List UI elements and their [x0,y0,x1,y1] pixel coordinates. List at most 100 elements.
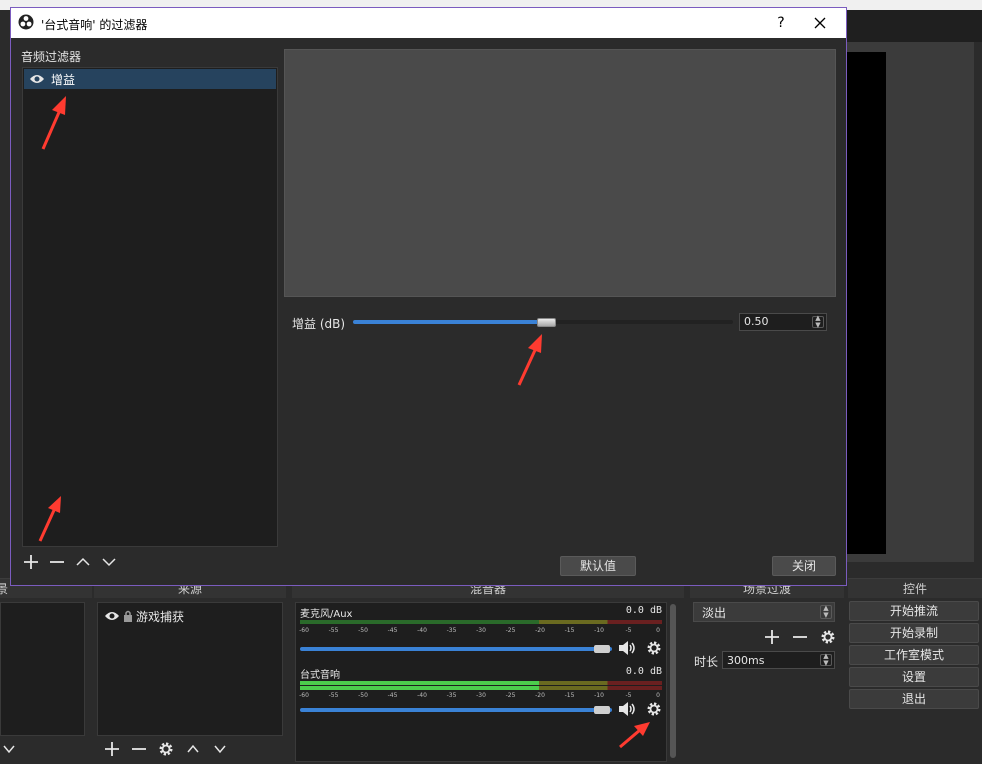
obs-window: 景 来源 混音器 场景过渡 控件 游戏捕获 麦克风/Aux 0.0 dB [0,0,982,764]
scenes-header-label: 景 [0,579,8,598]
spin-arrows-icon[interactable]: ▲ ▼ [820,653,832,667]
help-button[interactable]: ? [771,13,791,33]
meter-ticks: -60 -55 -50 -45 -40 -35 -30 -25 -20 -15 -10 -5 0 [299,692,662,702]
dialog-title: '台式音响' 的过滤器 [41,18,148,32]
obs-logo-icon [18,14,34,30]
mixer-channel-controls [618,640,662,656]
volume-slider[interactable] [300,647,612,651]
mixer-channel-db: 0.0 dB [625,666,662,677]
annotation-arrow-icon [41,96,66,150]
source-item[interactable]: 游戏捕获 [98,607,282,625]
speaker-icon[interactable] [618,640,636,656]
select-arrows-icon[interactable]: ▲ ▼ [820,605,832,619]
duration-input[interactable]: 300ms ▲ ▼ [722,651,835,669]
meter-tick-label: 0 [656,627,660,634]
transition-toolbar [763,628,837,646]
chevron-down-icon[interactable] [211,740,229,758]
meter-level [300,681,539,685]
audio-filters-label: 音频过滤器 [21,50,82,64]
meter-level [300,686,539,690]
spin-arrows-icon[interactable]: ▲ ▼ [812,315,824,329]
gain-value: 0.50 [744,315,769,328]
duration-label: 时长 [694,655,719,669]
meter-tick-label: -50 [358,627,368,634]
meter-tick-label: -45 [387,627,398,634]
chevron-up-icon[interactable] [75,554,91,570]
gear-icon[interactable] [646,701,662,717]
meter-tick-label: -60 [299,627,309,634]
volume-slider[interactable] [300,708,612,712]
chevron-down-icon[interactable] [0,740,18,758]
add-icon[interactable] [23,554,39,570]
volume-meter [300,620,662,624]
transition-select[interactable]: 淡出 ▲ ▼ [693,602,835,622]
volume-meter [300,681,662,685]
annotation-arrow-icon [619,722,650,749]
mixer-channel-db: 0.0 dB [625,605,662,616]
meter-tick-label: -20 [535,627,545,634]
meter-tick-label: -10 [594,627,604,634]
volume-meter [300,686,662,690]
scenes-toolbar [0,736,18,762]
mixer-channel-mic: 麦克风/Aux 0.0 dB -60 -55 -50 -45 -40 -35 -30 -25-… [299,605,664,661]
exit-button[interactable]: 退出 [849,689,979,709]
meter-tick-label: 0 [656,692,660,699]
meter-ticks: -60 -55 -50 -45 -40 -35 -30 -25 -20 -15 -10 -5 0 [299,627,662,637]
meter-tick-label: -35 [446,692,457,699]
meter-tick-label: -40 [417,692,427,699]
dialog-titlebar: '台式音响' 的过滤器 ? [11,8,846,38]
speaker-icon[interactable] [618,701,636,717]
filter-item-gain[interactable]: 增益 [24,69,276,89]
filter-preview [284,49,836,297]
gain-slider-handle[interactable] [537,318,556,327]
eye-icon[interactable] [104,610,120,622]
close-icon[interactable] [809,12,831,34]
meter-tick-label: -30 [476,692,486,699]
add-icon[interactable] [763,628,781,646]
start-streaming-button[interactable]: 开始推流 [849,601,979,621]
filter-toolbar [23,554,117,570]
mixer-channel-desktop: 台式音响 0.0 dB -60 -55 -50 -45 -40 -35 -30 -25 -20-… [299,666,664,722]
add-icon[interactable] [103,740,121,758]
volume-slider-handle[interactable] [594,645,610,653]
meter-tick-label: -15 [564,692,575,699]
studio-mode-button[interactable]: 工作室模式 [849,645,979,665]
meter-tick-label: -35 [446,627,457,634]
controls-dock-header: 控件 [848,578,982,598]
meter-tick-label: -45 [387,692,398,699]
mixer-channel-name: 台式音响 [300,670,340,681]
chevron-up-icon[interactable] [184,740,202,758]
mixer-scrollbar-thumb[interactable] [670,604,676,758]
volume-slider-handle[interactable] [594,706,610,714]
transition-select-value: 淡出 [702,605,727,620]
annotation-arrow-icon [38,496,61,542]
remove-icon[interactable] [49,554,65,570]
mixer-channel-name: 麦克风/Aux [300,609,353,620]
lock-icon[interactable] [123,610,133,622]
gear-icon[interactable] [819,628,837,646]
filters-dialog: '台式音响' 的过滤器 ? 音频过滤器 增益 增益 (dB) 0.50 ▲ ▼ … [10,7,847,586]
start-recording-button[interactable]: 开始录制 [849,623,979,643]
eye-icon[interactable] [29,73,45,85]
close-button[interactable]: 关闭 [772,556,836,576]
duration-value: 300ms [727,653,765,667]
meter-tick-label: -60 [299,692,309,699]
sources-toolbar [97,736,229,762]
main-menu-strip [846,10,982,42]
meter-tick-label: -25 [505,627,516,634]
remove-icon[interactable] [791,628,809,646]
preview-canvas [846,52,886,554]
scenes-list[interactable] [0,602,85,736]
mixer-channel-controls [618,701,662,717]
defaults-button[interactable]: 默认值 [560,556,636,576]
meter-tick-label: -50 [358,692,368,699]
gain-value-input[interactable]: 0.50 ▲ ▼ [739,313,827,331]
gain-label: 增益 (dB) [292,317,346,331]
controls-header-label: 控件 [902,582,927,596]
gear-icon[interactable] [157,740,175,758]
remove-icon[interactable] [130,740,148,758]
chevron-down-icon[interactable] [101,554,117,570]
gear-icon[interactable] [646,640,662,656]
settings-button[interactable]: 设置 [849,667,979,687]
meter-tick-label: -30 [476,627,486,634]
